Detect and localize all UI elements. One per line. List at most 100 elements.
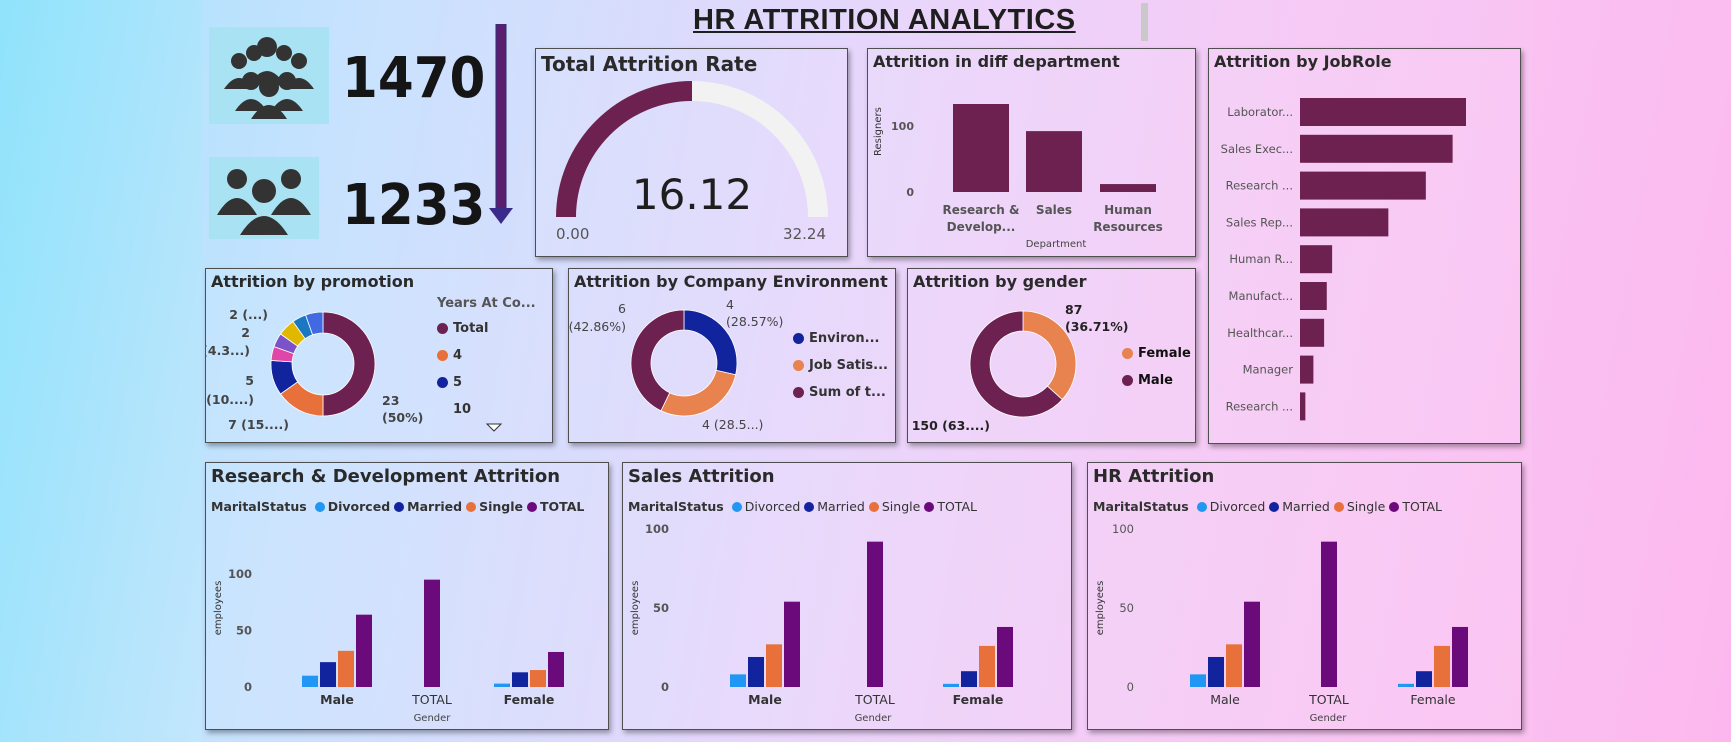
marital-bar[interactable]	[1190, 674, 1206, 687]
gender-attrition-card: Attrition by gender 87 (36.71%) 150 (63...…	[907, 268, 1196, 443]
y-tick-label: 0	[906, 186, 914, 199]
promotion-legend: Years At Co... Total 4 5 10	[437, 296, 536, 429]
marital-bar[interactable]	[748, 656, 764, 687]
sales-clustered-bar-chart: employees 0 50 100 Male TOTAL Female Gender	[630, 522, 1013, 724]
y-tick-label: 100	[1112, 522, 1134, 536]
marital-bar[interactable]	[424, 579, 440, 687]
x-axis-label: Department	[1026, 239, 1087, 250]
jobrole-bar[interactable]	[1300, 245, 1333, 274]
gauge-min-label: 0.00	[556, 225, 589, 243]
legend-swatch	[437, 350, 448, 361]
legend-item-sum[interactable]: Sum of t...	[793, 385, 888, 400]
legend-item-environment[interactable]: Environ...	[793, 331, 888, 346]
marital-bar[interactable]	[548, 651, 564, 687]
x-tick-label: Female	[953, 692, 1004, 707]
marital-bar[interactable]	[302, 675, 318, 687]
attrition-rate-card: Total Attrition Rate 16.12 0.00 32.24	[535, 48, 848, 257]
rd-attrition-card: Research & Development Attrition Marital…	[205, 462, 609, 730]
data-label: (4.3...)	[206, 343, 250, 358]
jobrole-attrition-card: Attrition by JobRole Laborator... Sales E…	[1208, 48, 1521, 444]
x-tick-label: TOTAL	[1308, 692, 1349, 707]
y-axis-label: employees	[630, 581, 641, 636]
y-tick-label: Sales Exec...	[1221, 142, 1293, 156]
marital-bar[interactable]	[979, 645, 995, 687]
page-title: HR ATTRITION ANALYTICS	[693, 4, 1076, 36]
marital-bar[interactable]	[512, 672, 528, 687]
department-bar[interactable]	[1026, 131, 1082, 192]
x-axis-label: Gender	[414, 713, 452, 724]
data-label: 4	[726, 297, 734, 312]
marital-bar[interactable]	[784, 601, 800, 687]
x-tick-label: TOTAL	[854, 692, 895, 707]
x-tick-label: Develop...	[947, 220, 1016, 234]
marital-bar[interactable]	[1434, 645, 1450, 687]
jobrole-bar-chart: Laborator... Sales Exec... Research ... Sal…	[1221, 98, 1466, 421]
employees-icon-box	[209, 27, 329, 124]
jobrole-bar[interactable]	[1300, 134, 1453, 163]
marital-bar[interactable]	[494, 683, 510, 687]
legend-scroll-down-icon[interactable]	[486, 423, 502, 433]
x-tick-label: TOTAL	[411, 692, 452, 707]
down-arrow-icon	[489, 24, 513, 224]
marital-bar[interactable]	[1452, 626, 1468, 687]
data-label: 87	[1065, 302, 1082, 317]
y-tick-label: Sales Rep...	[1226, 215, 1293, 229]
marital-bar[interactable]	[766, 644, 782, 687]
legend-item-5[interactable]: 5	[437, 375, 536, 390]
legend-item-job-satisfaction[interactable]: Job Satis...	[793, 358, 888, 373]
marital-bar[interactable]	[320, 662, 336, 687]
x-tick-label: Male	[1210, 692, 1240, 707]
marital-bar[interactable]	[1226, 644, 1242, 687]
department-bar[interactable]	[953, 104, 1009, 192]
marital-bar[interactable]	[1244, 601, 1260, 687]
department-attrition-card: Attrition in diff department Resigners 0 1…	[867, 48, 1196, 257]
marital-bar[interactable]	[961, 671, 977, 687]
legend-item-4[interactable]: 4	[437, 348, 536, 363]
marital-bar[interactable]	[356, 614, 372, 687]
jobrole-bar[interactable]	[1300, 282, 1327, 310]
gauge-max-label: 32.24	[783, 225, 826, 243]
legend-swatch	[793, 387, 804, 398]
gauge-value-label: 16.12	[632, 170, 752, 219]
y-tick-label: Manufact...	[1229, 289, 1293, 303]
legend-swatch	[793, 333, 804, 344]
legend-item-total[interactable]: Total	[437, 321, 536, 336]
marital-bar[interactable]	[730, 674, 746, 687]
jobrole-bar[interactable]	[1300, 392, 1306, 421]
environment-legend: Environ... Job Satis... Sum of t...	[793, 331, 888, 412]
marital-bar[interactable]	[1208, 656, 1224, 687]
y-tick-label: 100	[891, 120, 914, 133]
y-tick-label: 0	[244, 680, 252, 694]
promotion-legend-title: Years At Co...	[437, 296, 536, 311]
x-tick-label: Male	[320, 692, 354, 707]
sales-attrition-card: Sales Attrition MaritalStatus Divorced M…	[622, 462, 1072, 730]
donut-slice[interactable]	[660, 369, 737, 417]
marital-bar[interactable]	[997, 626, 1013, 687]
marital-bar[interactable]	[943, 683, 959, 687]
marital-bar[interactable]	[1416, 671, 1432, 687]
marital-bar[interactable]	[1321, 541, 1337, 687]
jobrole-bar[interactable]	[1300, 208, 1389, 237]
x-axis-label: Gender	[855, 713, 893, 724]
legend-swatch	[1122, 375, 1133, 386]
legend-item-10[interactable]: 10	[437, 402, 536, 417]
legend-item-male[interactable]: Male	[1122, 373, 1191, 388]
department-bar[interactable]	[1100, 184, 1156, 192]
jobrole-bar[interactable]	[1300, 98, 1466, 126]
marital-bar[interactable]	[1398, 683, 1414, 687]
jobrole-bar[interactable]	[1300, 355, 1314, 384]
legend-label: 4	[453, 348, 463, 363]
jobrole-bar[interactable]	[1300, 318, 1325, 347]
x-tick-label: Research &	[943, 203, 1020, 217]
group-people-icon	[224, 37, 314, 119]
marital-bar[interactable]	[867, 541, 883, 687]
y-tick-label: 50	[1119, 601, 1134, 615]
legend-swatch	[1122, 348, 1133, 359]
data-label: (10....)	[206, 392, 254, 407]
department-bar-chart: Resigners 0 100 Research & Develop... Sales Hu…	[873, 104, 1163, 250]
donut-slice[interactable]	[322, 311, 376, 417]
jobrole-bar[interactable]	[1300, 171, 1426, 200]
legend-item-female[interactable]: Female	[1122, 346, 1191, 361]
marital-bar[interactable]	[338, 650, 354, 687]
marital-bar[interactable]	[530, 670, 546, 687]
